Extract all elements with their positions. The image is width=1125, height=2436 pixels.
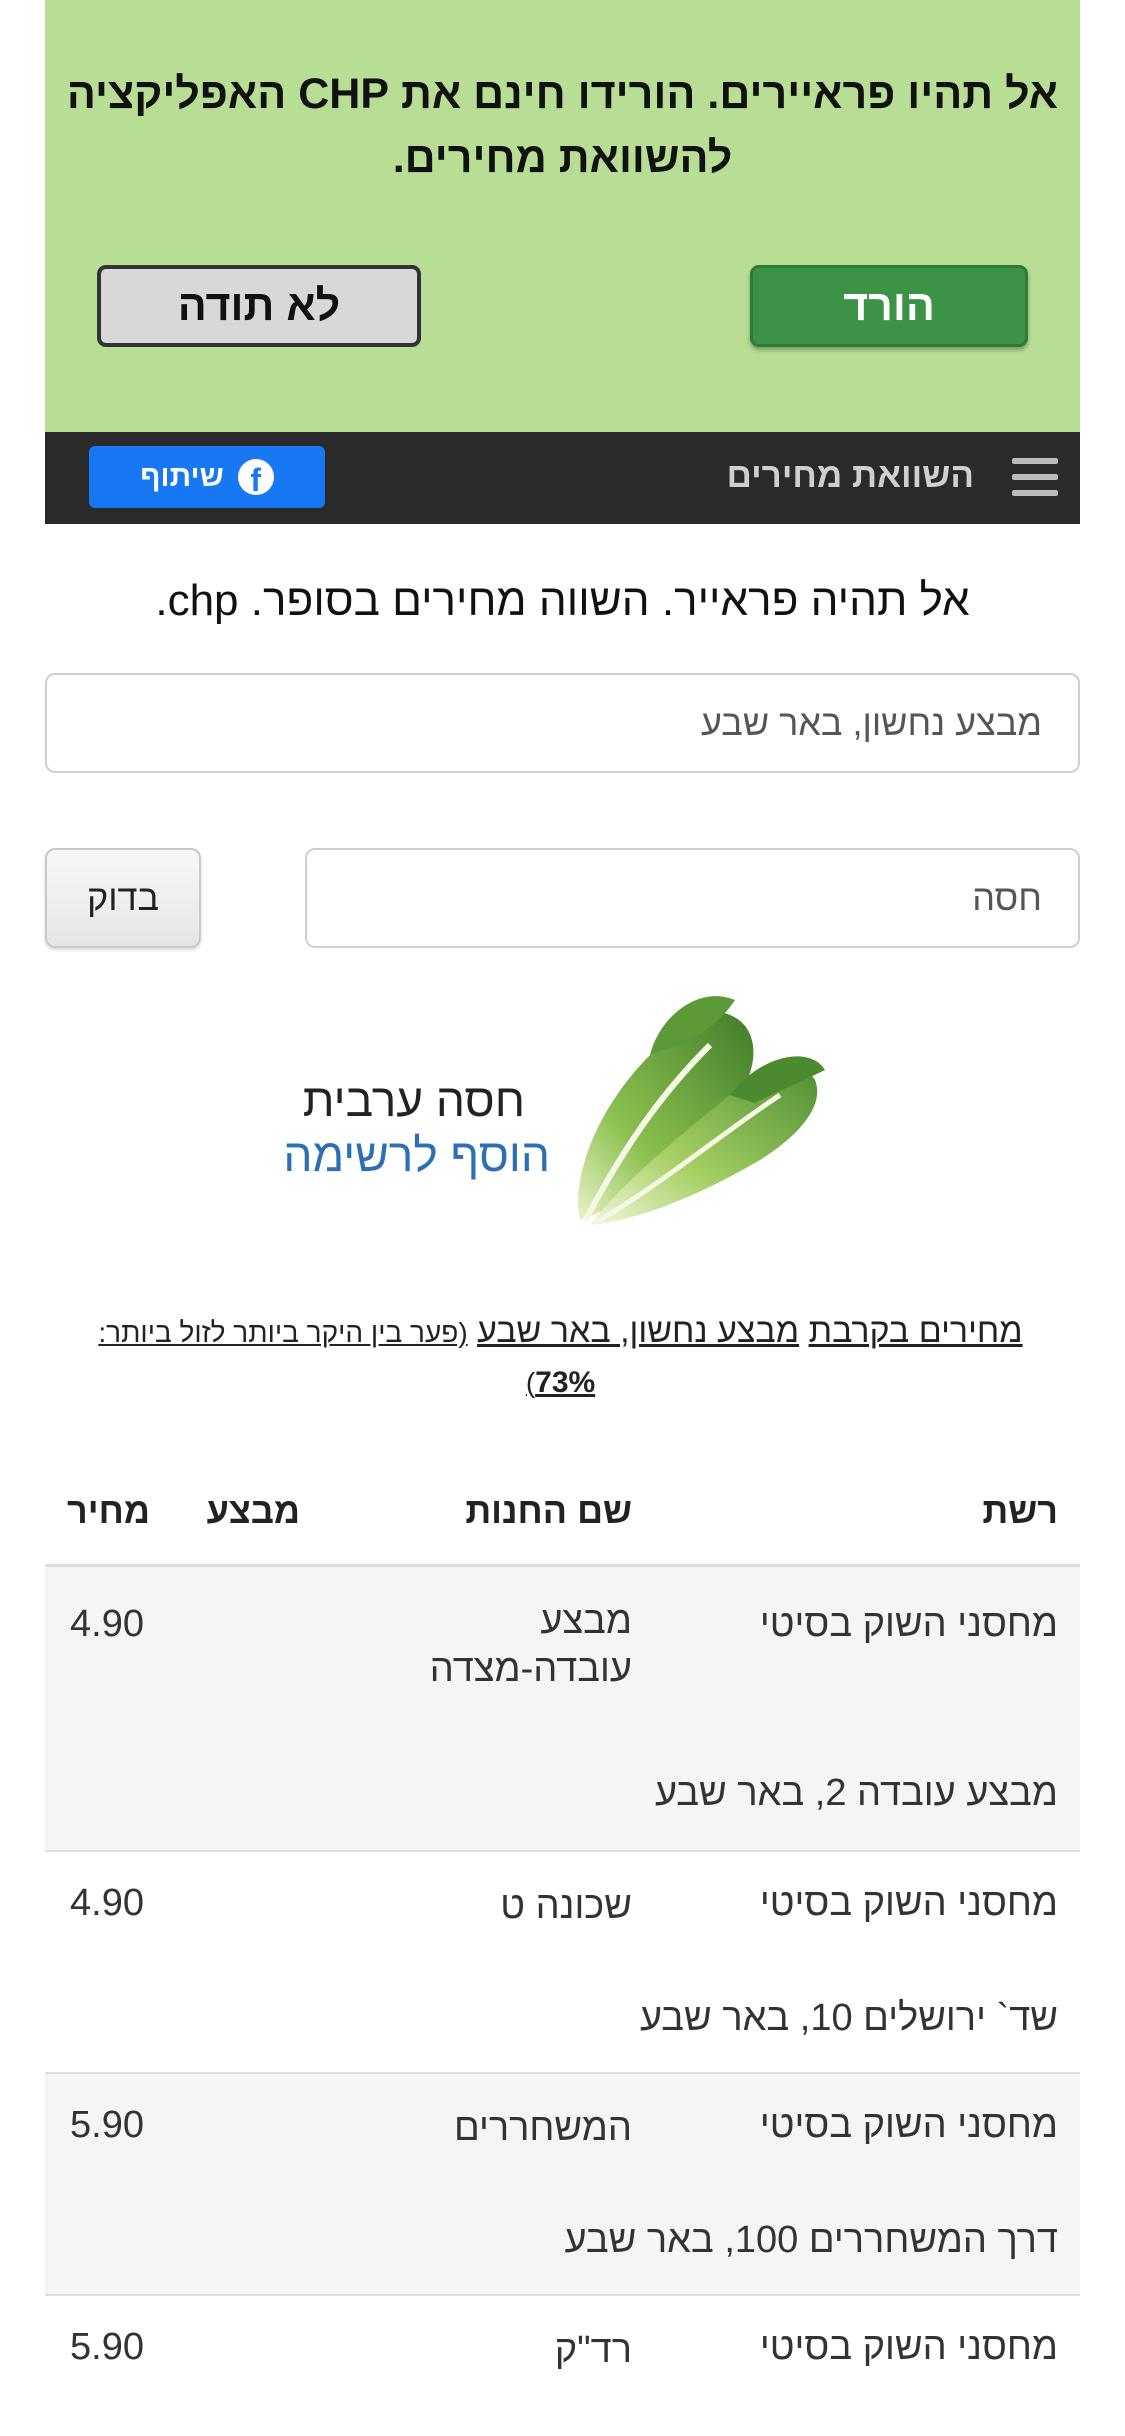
chain-name: מחסני השוק בסיטי [759,1882,1058,1924]
table-row[interactable]: מחסני השוק בסיטי המשחררים 5.90 דרך המשחר… [45,2074,1080,2296]
prices-heading-prefix: מחירים בקרבת [808,1312,1023,1350]
top-navbar: השוואת מחירים f שיתוף [45,432,1080,524]
check-button[interactable]: בדוק [45,848,201,948]
price-value: 5.90 [70,2326,144,2368]
chain-name: מחסני השוק בסיטי [759,2104,1058,2146]
product-name: חסה ערבית [302,1074,525,1126]
table-row[interactable]: מחסני השוק בסיטי מבצע עובדה-מצדה 4.90 מב… [45,1567,1080,1852]
header-price: מחיר [67,1490,150,1531]
store-name: מבצע עובדה-מצדה [429,1600,632,1690]
header-sale: מבצע [206,1490,300,1531]
banner-text: אל תהיו פראיירים. הורידו חינם את CHP האפ… [66,70,1059,182]
prices-heading-location[interactable]: מבצע נחשון, באר שבע [477,1312,799,1350]
facebook-share-button[interactable]: f שיתוף [89,446,325,508]
price-value: 4.90 [70,1603,144,1645]
store-name: רד"ק [554,2329,632,2371]
price-value: 4.90 [70,1882,144,1924]
table-row[interactable]: מחסני השוק בסיטי שכונה ט 4.90 שד` ירושלי… [45,1852,1080,2074]
table-row[interactable]: מחסני השוק בסיטי רד"ק 5.90 [45,2296,1080,2436]
lettuce-image [578,996,825,1226]
store-name: המשחררים [453,2107,632,2149]
page: אל תהיו פראיירים. הורידו חינם את CHP האפ… [45,0,1080,2371]
price-gap-text: (פער בין היקר ביותר לזול ביותר: [98,1317,468,1348]
table-header: רשת שם החנות מבצע מחיר [45,1470,1080,1567]
location-input[interactable]: מבצע נחשון, באר שבע [45,673,1080,773]
no-thanks-button[interactable]: לא תודה [97,265,421,347]
store-address: שד` ירושלים 10, באר שבע [639,1997,1058,2039]
price-gap-close: ) [525,1367,536,1398]
store-address: מבצע עובדה 2, באר שבע [654,1772,1058,1814]
prices-heading: מחירים בקרבת מבצע נחשון, באר שבע (פער בי… [65,1307,1056,1407]
header-store: שם החנות [465,1490,632,1531]
facebook-icon: f [237,459,274,495]
store-address: דרך המשחררים 100, באר שבע [564,2219,1059,2261]
store-name: שכונה ט [500,1885,632,1927]
hamburger-icon[interactable] [1012,458,1058,498]
price-gap-value: 73% [535,1366,596,1399]
product-search-input[interactable]: חסה [305,848,1080,948]
chain-name: מחסני השוק בסיטי [759,1603,1058,1645]
add-to-list-link[interactable]: הוסף לרשימה [283,1128,550,1182]
nav-title[interactable]: השוואת מחירים [727,456,974,496]
chain-name: מחסני השוק בסיטי [759,2326,1058,2368]
share-label: שיתוף [140,460,224,493]
price-value: 5.90 [70,2104,144,2146]
app-download-banner: אל תהיו פראיירים. הורידו חינם את CHP האפ… [45,0,1080,432]
header-chain: רשת [982,1490,1058,1531]
download-button[interactable]: הורד [750,265,1028,347]
slogan: אל תהיה פראייר. השווה מחירים בסופר. chp. [155,576,970,625]
